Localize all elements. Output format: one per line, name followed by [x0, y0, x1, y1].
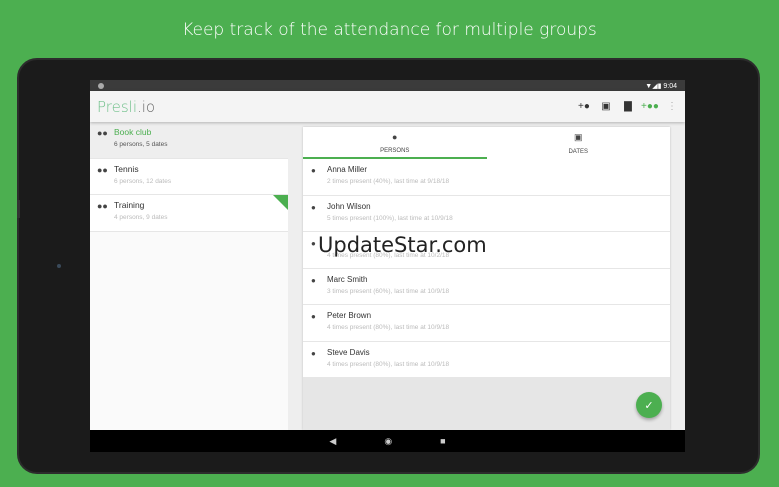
- group-list: ●● Book club 6 persons, 5 dates ●● Tennis 6 …: [90, 122, 288, 430]
- group-item[interactable]: ●● Book club 6 persons, 5 dates: [90, 122, 288, 159]
- shared-badge-icon: [273, 195, 288, 210]
- group-icon: ●●: [97, 128, 108, 138]
- headline: Keep track of the attendance for multipl…: [182, 20, 597, 40]
- add-person-icon[interactable]: +●: [578, 101, 590, 113]
- notification-icon: [98, 82, 104, 89]
- recents-icon[interactable]: ■: [440, 436, 445, 446]
- add-date-icon[interactable]: ▣: [600, 101, 612, 113]
- statistics-icon[interactable]: ▇: [622, 101, 634, 113]
- tab-dates[interactable]: ▣ DATES: [487, 127, 671, 159]
- screen: ▼◢▮ 9:04 Presli.io +● ▣ ▇ +●● ⋮ ●● Book c…: [90, 80, 685, 452]
- person-icon: ●: [311, 202, 316, 212]
- person-icon: ●: [311, 312, 316, 321]
- app-bar: Presli.io +● ▣ ▇ +●● ⋮: [90, 91, 685, 122]
- person-item[interactable]: ● Anna Miller 2 times present (40%), last …: [303, 159, 670, 196]
- confirm-fab[interactable]: ✓: [636, 392, 662, 418]
- person-item[interactable]: ● Steve Davis 4 times present (80%), last …: [303, 341, 670, 378]
- person-icon: ●: [311, 275, 316, 285]
- calendar-icon: ▣: [573, 132, 583, 142]
- person-icon: ●: [311, 348, 316, 358]
- person-item[interactable]: ● John Wilson 5 times present (100%), last…: [303, 195, 670, 232]
- person-item[interactable]: ● Marc Smith 3 times present (60%), last t…: [303, 268, 670, 305]
- person-icon: ●: [311, 239, 316, 248]
- watermark: UpdateStar.com: [318, 233, 487, 257]
- group-item[interactable]: ●● Training 4 persons, 9 dates: [90, 195, 288, 232]
- group-item[interactable]: ●● Tennis 6 persons, 12 dates: [90, 158, 288, 195]
- nav-bar: ◀ ◉ ■: [90, 430, 685, 452]
- group-icon: ●●: [97, 164, 108, 175]
- person-item[interactable]: ● Peter Brown 4 times present (80%), last …: [303, 305, 670, 342]
- groups-icon[interactable]: +●●: [641, 101, 659, 113]
- person-icon: ●: [392, 132, 398, 142]
- more-options-icon[interactable]: ⋮: [666, 101, 678, 113]
- app-logo: Presli.io: [97, 97, 156, 116]
- tab-persons[interactable]: ● PERSONS: [303, 127, 487, 159]
- back-icon[interactable]: ◀: [329, 436, 336, 447]
- camera: [57, 264, 61, 268]
- tablet-side: [17, 200, 20, 218]
- clock: 9:04: [663, 82, 677, 90]
- person-list: ● Anna Miller 2 times present (40%), last …: [303, 159, 670, 378]
- wifi-icon: ▼◢▮: [645, 82, 664, 90]
- group-detail-panel: ● PERSONS ▣ DATES ● Anna Miller 2 times pres…: [303, 127, 670, 430]
- group-icon: ●●: [97, 201, 108, 211]
- home-icon[interactable]: ◉: [384, 436, 392, 447]
- person-icon: ●: [311, 166, 316, 175]
- status-bar: ▼◢▮ 9:04: [90, 80, 685, 91]
